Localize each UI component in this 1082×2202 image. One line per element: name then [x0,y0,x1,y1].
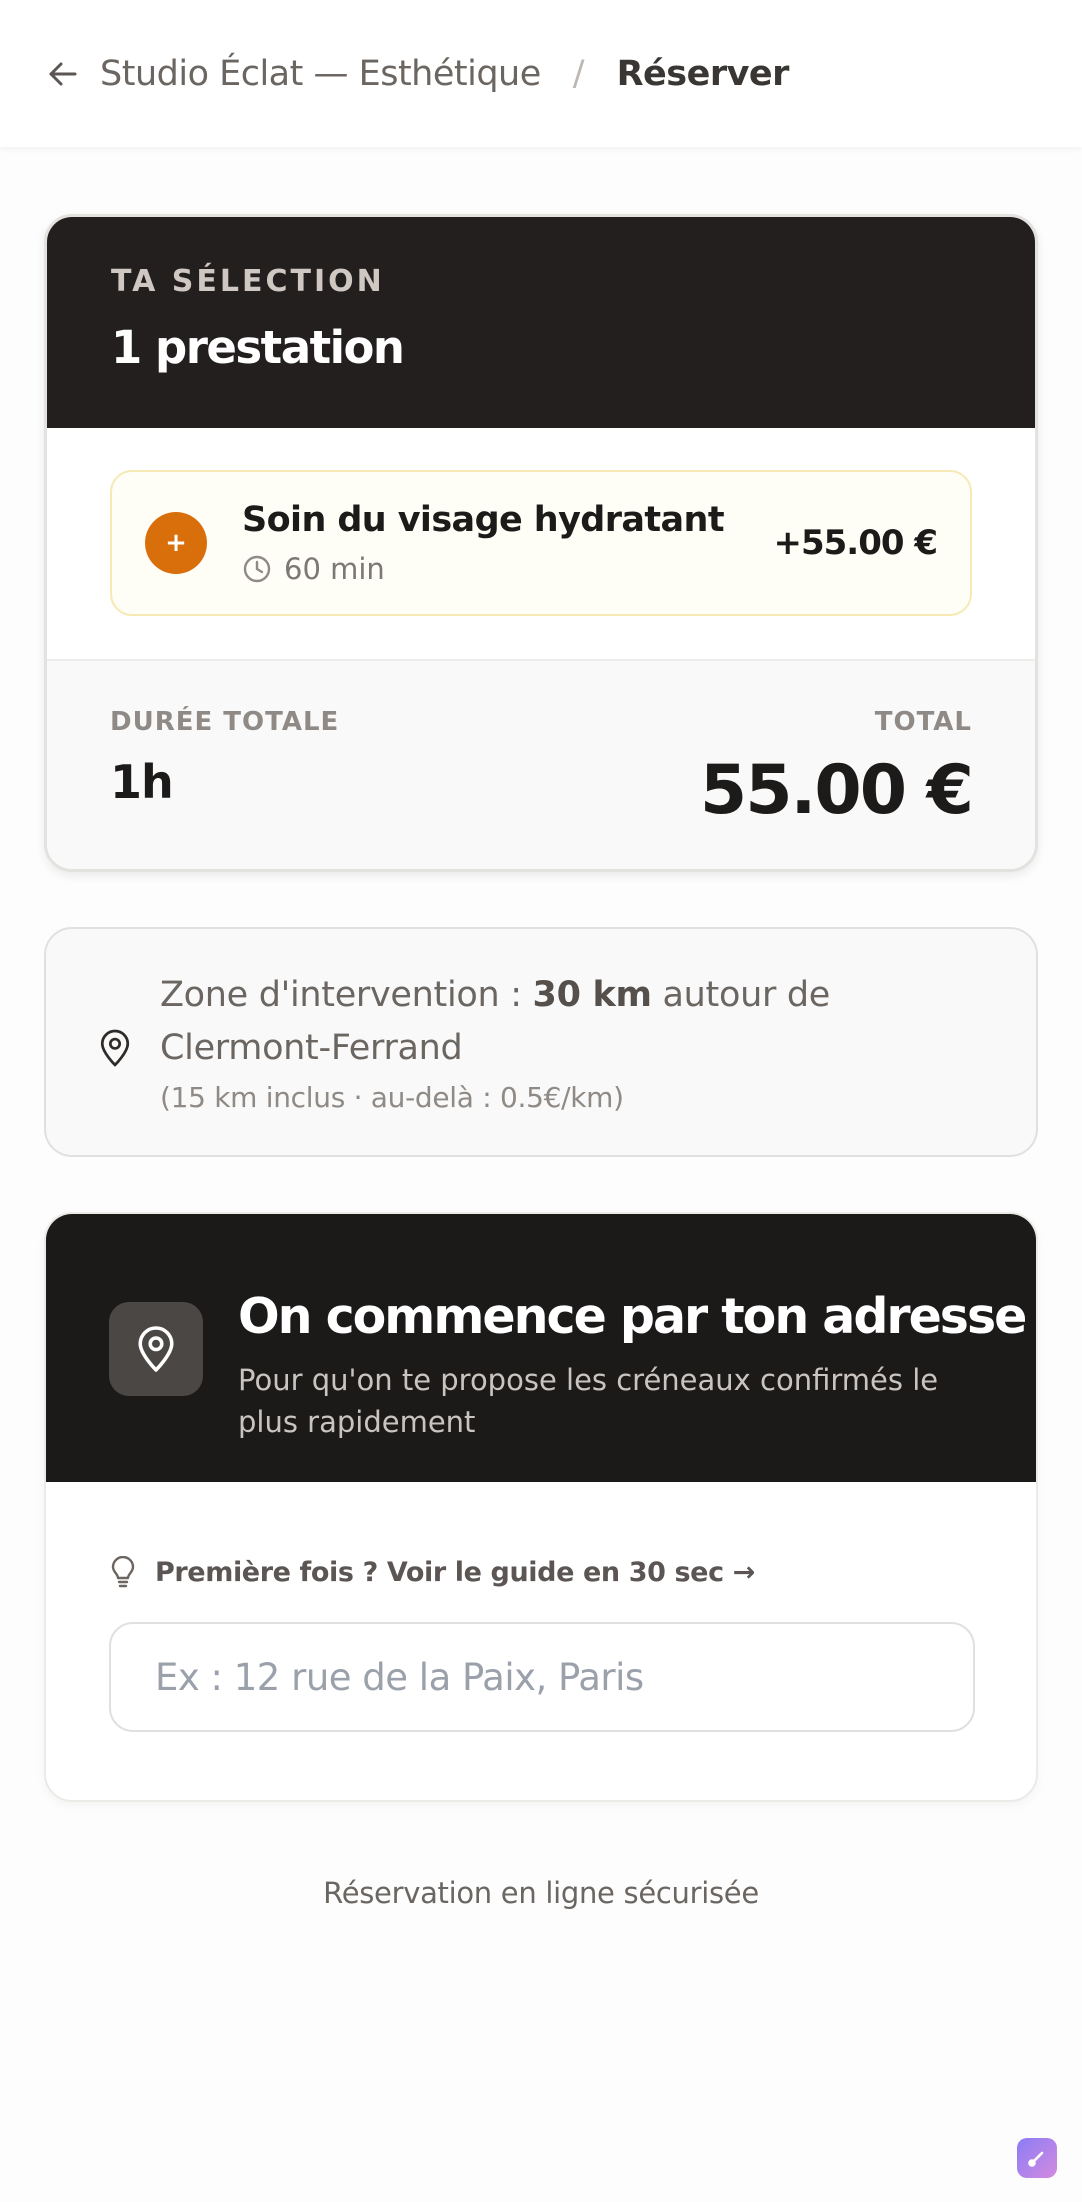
duration-block: DURÉE TOTALE 1h [110,707,339,869]
zone-description: Zone d'intervention : 30 km autour de Cl… [160,969,996,1075]
secure-booking-note: Réservation en ligne sécurisée [323,1876,759,1910]
address-body: Première fois ? Voir le guide en 30 sec … [46,1556,1036,1732]
total-block: TOTAL 55.00 € [699,707,974,869]
zone-prefix: Zone d'intervention : [160,975,522,1015]
zone-text: Zone d'intervention : 30 km autour de Cl… [160,969,996,1114]
address-header-text: On commence par ton adresse Pour qu'on t… [238,1288,1027,1443]
address-title: On commence par ton adresse [238,1288,1027,1345]
service-duration: 60 min [284,552,385,586]
service-item[interactable]: + Soin du visage hydratant 60 min +55.00… [110,470,972,616]
duration-value: 1h [110,755,174,809]
back-arrow-icon[interactable] [45,56,81,92]
breadcrumb-separator: / [572,53,585,94]
address-subtitle: Pour qu'on te propose les créneaux confi… [238,1363,939,1439]
location-pin-icon [138,1326,174,1372]
guide-link-label: Première fois ? Voir le guide en 30 sec … [155,1556,755,1588]
breadcrumb-studio[interactable]: Studio Éclat — Esthétique [100,54,541,94]
intervention-zone-card: Zone d'intervention : 30 km autour de Cl… [44,927,1038,1157]
service-info: Soin du visage hydratant 60 min [242,500,773,586]
service-name: Soin du visage hydratant [242,500,725,540]
total-value: 55.00 € [699,751,974,830]
selection-kicker: TA SÉLECTION [111,264,385,299]
guide-link[interactable]: Première fois ? Voir le guide en 30 sec … [109,1556,973,1588]
zone-detail: (15 km inclus · au-delà : 0.5€/km) [160,1081,624,1114]
address-card: On commence par ton adresse Pour qu'on t… [44,1212,1038,1802]
top-bar: Studio Éclat — Esthétique / Réserver [0,0,1082,147]
breadcrumb-current-page: Réserver [616,53,790,94]
total-label: TOTAL [874,707,972,737]
selection-services: + Soin du visage hydratant 60 min +55.00… [47,428,1035,659]
service-duration-row: 60 min [242,552,773,586]
clock-icon [243,555,271,583]
address-header: On commence par ton adresse Pour qu'on t… [46,1214,1036,1482]
lightbulb-icon [111,1556,135,1588]
selection-header: TA SÉLECTION 1 prestation [47,217,1035,428]
selection-totals: DURÉE TOTALE 1h TOTAL 55.00 € [47,659,1035,869]
zone-distance: 30 km [532,975,652,1015]
assistant-widget-icon[interactable] [1017,2138,1057,2178]
address-input[interactable] [109,1622,975,1732]
service-price: +55.00 € [773,523,938,563]
location-pin-icon [100,1029,130,1067]
plus-icon: + [145,512,207,574]
selection-summary-card: TA SÉLECTION 1 prestation + Soin du visa… [44,214,1038,872]
address-icon-box [109,1302,203,1396]
duration-label: DURÉE TOTALE [110,707,340,737]
selection-count: 1 prestation [111,321,405,374]
